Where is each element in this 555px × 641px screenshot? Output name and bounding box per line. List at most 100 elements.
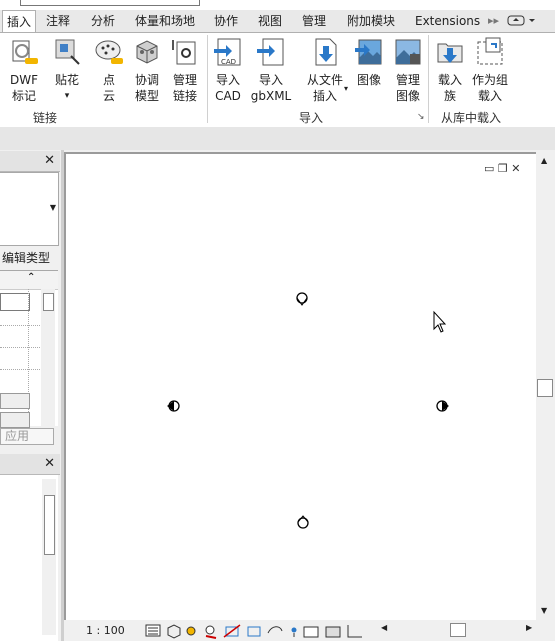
group-separator bbox=[207, 35, 208, 123]
properties-grid-header: ⌃ bbox=[0, 271, 58, 290]
visual-style-icon[interactable] bbox=[167, 624, 181, 639]
load-as-group-button[interactable]: 作为组 载入 bbox=[469, 36, 511, 104]
image-button[interactable]: 图像 bbox=[350, 36, 388, 88]
scroll-right-icon[interactable]: ▶ bbox=[526, 623, 532, 632]
dwf-markup-button[interactable]: DWF 标记 bbox=[4, 36, 44, 104]
tab-analyze[interactable]: 分析 bbox=[91, 12, 115, 30]
temporary-hide-icon[interactable] bbox=[291, 627, 297, 638]
button-label-2: gbXML bbox=[250, 89, 292, 103]
manage-links-button[interactable]: 管理 链接 bbox=[166, 36, 204, 104]
button-label: 图像 bbox=[356, 73, 381, 87]
properties-grid: ⌃ bbox=[0, 270, 58, 428]
point-cloud-icon bbox=[95, 40, 123, 64]
import-cad-button[interactable]: CAD 导入 CAD bbox=[210, 36, 246, 104]
button-label: DWF bbox=[9, 73, 38, 87]
manage-images-button[interactable]: 管理 图像 bbox=[389, 36, 427, 104]
unlock-3d-view-icon[interactable] bbox=[267, 626, 283, 634]
tab-add-ins[interactable]: 附加模块 bbox=[347, 12, 395, 30]
grid-row-line bbox=[0, 347, 40, 349]
edit-type-link[interactable]: 编辑类型 bbox=[2, 249, 50, 266]
button-label-2: 插入 bbox=[312, 89, 337, 103]
tab-collaborate[interactable]: 协作 bbox=[214, 12, 238, 30]
import-cad-icon: CAD bbox=[214, 38, 241, 66]
properties-scrollbar[interactable] bbox=[41, 289, 55, 426]
button-label: 导入 bbox=[258, 73, 283, 87]
elevation-marker-south[interactable] bbox=[297, 515, 309, 529]
worksharing-icon[interactable] bbox=[325, 626, 341, 638]
tab-insert[interactable]: 插入 bbox=[2, 10, 36, 33]
tab-manage[interactable]: 管理 bbox=[302, 12, 326, 30]
view-scale[interactable]: 1 : 100 bbox=[86, 624, 125, 637]
button-label: 作为组 bbox=[471, 73, 508, 87]
button-label: 点 bbox=[102, 73, 115, 87]
type-selector[interactable]: ▼ bbox=[0, 172, 59, 246]
button-label-2: 模型 bbox=[134, 89, 159, 103]
scroll-left-icon[interactable]: ◀ bbox=[381, 623, 387, 632]
scrollbar-thumb[interactable] bbox=[537, 379, 553, 397]
apply-button[interactable]: 应用 bbox=[0, 428, 54, 445]
coordination-model-icon bbox=[136, 40, 158, 64]
collapse-icon[interactable]: ⌃ bbox=[27, 272, 35, 283]
browser-scrollbar[interactable] bbox=[42, 479, 56, 635]
analytical-model-icon[interactable] bbox=[347, 625, 362, 638]
elevation-marker-east[interactable] bbox=[436, 400, 449, 412]
dialog-launcher-icon[interactable]: ↘ bbox=[417, 112, 425, 122]
coordination-model-button[interactable]: 协调 模型 bbox=[128, 36, 166, 104]
button-label-2: CAD bbox=[215, 89, 241, 103]
property-value-field[interactable] bbox=[0, 293, 30, 311]
button-label-2: 族 bbox=[443, 89, 456, 103]
dropdown-arrow-icon[interactable]: ▾ bbox=[344, 84, 348, 93]
show-crop-region-icon[interactable] bbox=[247, 626, 261, 637]
point-cloud-button[interactable]: 点 云 bbox=[90, 36, 128, 104]
scroll-up-icon[interactable]: ▲ bbox=[541, 156, 547, 165]
close-icon[interactable]: ✕ bbox=[44, 456, 55, 471]
button-label: 管理 bbox=[172, 73, 197, 87]
dropdown-arrow-icon: ▾ bbox=[64, 91, 70, 101]
insert-from-file-icon bbox=[315, 38, 337, 66]
scrollbar-thumb[interactable] bbox=[44, 495, 55, 555]
drawing-canvas[interactable]: ▭ ❐ ✕ bbox=[64, 152, 538, 622]
insert-from-file-button[interactable]: 从文件 插入 bbox=[302, 36, 348, 104]
load-family-icon bbox=[437, 43, 463, 63]
scroll-down-icon[interactable]: ▼ bbox=[541, 606, 547, 615]
canvas-vertical-scrollbar[interactable]: ▲ ▼ bbox=[536, 152, 555, 620]
import-gbxml-button[interactable]: 导入 gbXML bbox=[248, 36, 294, 104]
scrollbar-thumb[interactable] bbox=[43, 293, 54, 311]
button-label-2: 云 bbox=[102, 89, 115, 103]
scrollbar-thumb[interactable] bbox=[450, 623, 466, 637]
tab-extensions[interactable]: Extensions bbox=[415, 12, 480, 30]
grid-row-line bbox=[0, 369, 40, 371]
button-label-2: 标记 bbox=[11, 89, 36, 103]
reveal-hidden-icon[interactable] bbox=[303, 626, 319, 638]
load-as-group-icon bbox=[477, 37, 503, 65]
sun-path-icon[interactable] bbox=[186, 626, 196, 636]
mouse-cursor-icon bbox=[433, 310, 447, 333]
quick-access-field[interactable] bbox=[20, 0, 200, 6]
image-icon bbox=[355, 39, 382, 65]
button-label-2: 链接 bbox=[172, 89, 197, 103]
property-button[interactable] bbox=[0, 393, 30, 409]
property-button[interactable] bbox=[0, 412, 30, 428]
view-control-bar: 1 : 100 ◀ ▶ bbox=[64, 620, 555, 641]
manage-links-icon bbox=[172, 40, 196, 65]
apply-button-label: 应用 bbox=[4, 429, 29, 443]
ribbon-minimize-icon[interactable] bbox=[507, 13, 539, 27]
grid-row-line bbox=[0, 325, 40, 327]
decal-button[interactable]: 贴花 ▾ bbox=[48, 36, 86, 104]
elevation-marker-north[interactable] bbox=[296, 292, 308, 306]
svg-text:CAD: CAD bbox=[221, 58, 236, 66]
shadows-icon[interactable] bbox=[205, 625, 217, 639]
crop-view-icon[interactable] bbox=[223, 624, 241, 638]
ribbon-spacer bbox=[0, 127, 555, 150]
load-family-button[interactable]: 载入 族 bbox=[431, 36, 469, 104]
close-icon[interactable]: ✕ bbox=[44, 153, 55, 168]
tab-view[interactable]: 视图 bbox=[258, 12, 282, 30]
tab-annotate[interactable]: 注释 bbox=[46, 12, 70, 30]
tab-scroll-icon[interactable]: ▸▸ bbox=[488, 14, 499, 27]
tab-massing-site[interactable]: 体量和场地 bbox=[135, 12, 195, 30]
view-control-icons bbox=[145, 624, 362, 639]
canvas-horizontal-scrollbar[interactable]: ◀ ▶ bbox=[380, 623, 540, 637]
detail-level-icon[interactable] bbox=[145, 624, 161, 637]
elevation-marker-west[interactable] bbox=[167, 400, 180, 412]
group-label-link: 链接 bbox=[33, 111, 58, 125]
